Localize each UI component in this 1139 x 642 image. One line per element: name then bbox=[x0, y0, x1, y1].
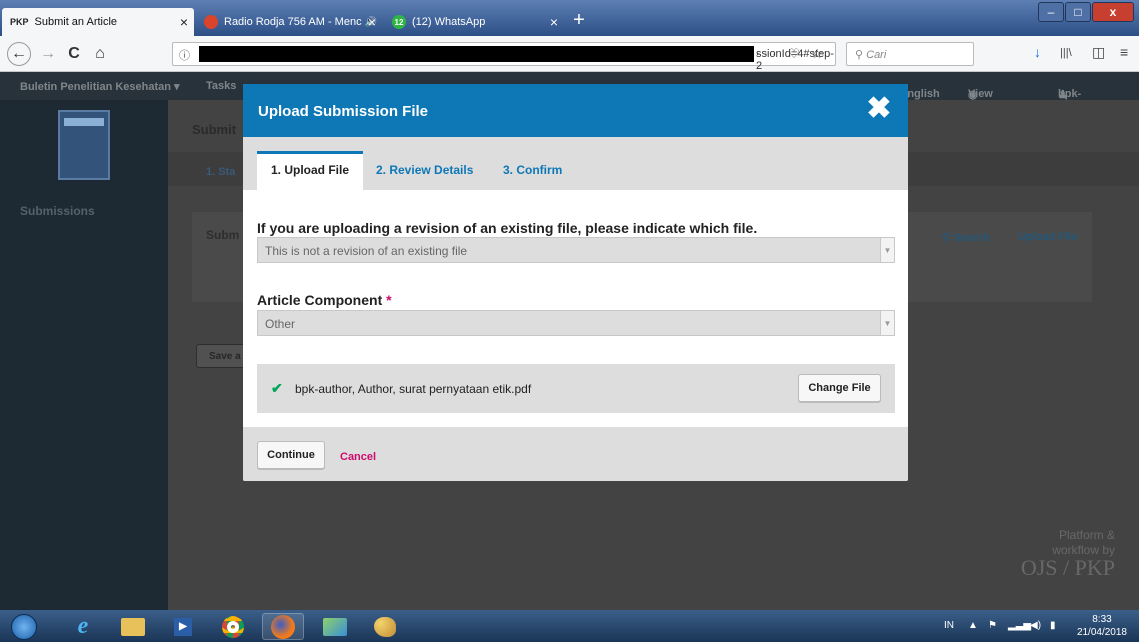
show-hidden-icons-icon[interactable]: ▲ bbox=[968, 620, 978, 631]
browser-tab-strip: PKP Submit an Article × Radio Rodja 756 … bbox=[0, 0, 1139, 36]
firefox-icon[interactable] bbox=[262, 613, 304, 640]
paint-icon[interactable] bbox=[364, 613, 406, 640]
tab-submit-article[interactable]: PKP Submit an Article × bbox=[2, 8, 194, 36]
article-component-label-text: Article Component bbox=[257, 292, 383, 308]
chrome-shape bbox=[222, 615, 244, 638]
journal-switcher[interactable]: Buletin Penelitian Kesehatan ▾ bbox=[20, 80, 180, 93]
sidebar-item-submissions[interactable]: Submissions bbox=[20, 204, 95, 218]
radio-favicon-icon bbox=[204, 15, 218, 29]
signal-icon[interactable]: ▂▃▅ bbox=[1008, 620, 1031, 631]
system-clock[interactable]: 8:33 21/04/2018 bbox=[1077, 613, 1127, 639]
language-indicator[interactable]: IN bbox=[944, 620, 954, 631]
checkmark-icon: ✔ bbox=[271, 380, 283, 396]
tab-review-details[interactable]: 2. Review Details bbox=[362, 151, 487, 190]
uploaded-file-box: ✔ bpk-author, Author, surat pernyataan e… bbox=[257, 364, 895, 413]
back-button[interactable]: ← bbox=[7, 42, 31, 66]
firefox-shape bbox=[271, 614, 295, 639]
chrome-icon[interactable] bbox=[212, 613, 254, 640]
tab-close-icon[interactable]: × bbox=[368, 14, 376, 30]
journal-logo bbox=[58, 110, 110, 180]
article-component-select[interactable]: Other ▼ bbox=[257, 310, 895, 336]
volume-icon[interactable]: ◀) bbox=[1030, 620, 1041, 631]
download-icon[interactable]: ↓ bbox=[1034, 44, 1041, 60]
redacted-url bbox=[199, 46, 754, 62]
tab-whatsapp[interactable]: 12 (12) WhatsApp × bbox=[384, 8, 564, 36]
maximize-button[interactable]: □ bbox=[1065, 2, 1091, 22]
cancel-link[interactable]: Cancel bbox=[340, 451, 376, 463]
ojs-pkp-logo[interactable]: OJS / PKP bbox=[1005, 557, 1115, 579]
start-button[interactable] bbox=[6, 613, 42, 640]
media-player-icon[interactable]: ▶ bbox=[162, 613, 204, 640]
close-window-button[interactable]: x bbox=[1092, 2, 1134, 22]
play-shape: ▶ bbox=[174, 617, 192, 636]
clock-time: 8:33 bbox=[1092, 614, 1112, 625]
forward-button[interactable]: → bbox=[36, 42, 60, 66]
file-explorer-icon[interactable] bbox=[112, 613, 154, 640]
flag-icon[interactable]: ⚑ bbox=[988, 620, 997, 631]
library-icon[interactable]: |||\ bbox=[1060, 47, 1072, 59]
footer-line1: Platform & bbox=[1058, 528, 1115, 542]
tab-confirm[interactable]: 3. Confirm bbox=[489, 151, 576, 190]
clock-date: 21/04/2018 bbox=[1076, 627, 1127, 638]
battery-icon[interactable]: ▮ bbox=[1050, 620, 1056, 631]
revision-select-value: This is not a revision of an existing fi… bbox=[265, 244, 468, 258]
tab-close-icon[interactable]: × bbox=[550, 14, 558, 30]
photos-shape bbox=[323, 617, 347, 636]
tab-close-icon[interactable]: × bbox=[180, 14, 188, 30]
tab-label: Submit an Article bbox=[34, 16, 118, 28]
search-icon: ⚲ bbox=[942, 232, 954, 244]
required-marker: * bbox=[386, 292, 392, 308]
new-tab-button[interactable]: + bbox=[566, 8, 592, 32]
home-button[interactable]: ⌂ bbox=[88, 42, 112, 66]
article-component-label: Article Component * bbox=[257, 292, 392, 308]
page-title: Submit bbox=[192, 122, 237, 137]
modal-header: Upload Submission File ✖ bbox=[243, 84, 908, 137]
windows-logo-icon bbox=[11, 613, 37, 640]
pkp-favicon: PKP bbox=[10, 17, 29, 27]
panel-search-link[interactable]: ⚲ Search bbox=[942, 231, 990, 244]
search-icon: ⚲ bbox=[855, 49, 867, 61]
upload-file-modal: Upload Submission File ✖ 1. Upload File … bbox=[243, 84, 908, 481]
change-file-button[interactable]: Change File bbox=[798, 374, 881, 402]
paint-shape bbox=[374, 616, 396, 637]
windows-taskbar: e ▶ IN ▲ ⚑ ▂▃▅ ◀) ▮ 8:33 21/04/2018 bbox=[0, 610, 1139, 642]
photos-icon[interactable] bbox=[314, 613, 356, 640]
internet-explorer-icon[interactable]: e bbox=[62, 613, 104, 640]
tab-radio-rodja[interactable]: Radio Rodja 756 AM - Menc 🔊 × bbox=[196, 8, 382, 36]
url-bar[interactable]: ⓘ ssionId=4#step-2 ··· ♡ ☆ bbox=[172, 42, 836, 72]
browser-nav-bar: ← → C ⌂ ⓘ ssionId=4#step-2 ··· ♡ ☆ ⚲ Car… bbox=[0, 36, 1139, 72]
revision-select[interactable]: This is not a revision of an existing fi… bbox=[257, 237, 895, 263]
info-icon[interactable]: ⓘ bbox=[179, 47, 190, 63]
panel-upload-link[interactable]: Upload File bbox=[1018, 231, 1077, 243]
logo-band bbox=[64, 118, 104, 126]
uploaded-file-name: bpk-author, Author, surat pernyataan eti… bbox=[295, 382, 532, 396]
modal-footer: Continue Cancel bbox=[243, 427, 908, 481]
folder-shape bbox=[121, 617, 145, 636]
browser-search-input[interactable]: ⚲ Cari bbox=[846, 42, 974, 66]
modal-title: Upload Submission File bbox=[258, 103, 429, 120]
step-tab[interactable]: 1. Sta bbox=[206, 166, 235, 178]
revision-label: If you are uploading a revision of an ex… bbox=[257, 220, 758, 236]
page-actions-icon[interactable]: ··· ♡ ☆ bbox=[755, 46, 827, 62]
panel-search-label: Search bbox=[953, 232, 990, 244]
tab-label: (12) WhatsApp bbox=[412, 16, 486, 28]
search-placeholder: Cari bbox=[866, 49, 887, 61]
reload-button[interactable]: C bbox=[62, 42, 86, 66]
article-component-value: Other bbox=[265, 317, 296, 331]
tab-upload-file[interactable]: 1. Upload File bbox=[257, 151, 364, 190]
close-icon[interactable]: ✖ bbox=[866, 94, 892, 124]
modal-tabs: 1. Upload File 2. Review Details 3. Conf… bbox=[243, 137, 908, 190]
platform-footer: Platform & workflow by OJS / PKP bbox=[1005, 528, 1115, 579]
chevron-down-icon: ▼ bbox=[880, 238, 894, 262]
chevron-down-icon: ▼ bbox=[880, 311, 894, 335]
tab-label: Radio Rodja 756 AM - Menc bbox=[224, 16, 362, 28]
menu-icon[interactable]: ≡ bbox=[1120, 44, 1128, 60]
whatsapp-favicon-icon: 12 bbox=[392, 15, 406, 29]
sidebar-icon[interactable]: ◫ bbox=[1092, 44, 1105, 61]
panel-title: Subm bbox=[206, 228, 240, 242]
sidebar: Submissions bbox=[0, 100, 168, 610]
tasks-menu[interactable]: Tasks bbox=[206, 80, 236, 92]
continue-button[interactable]: Continue bbox=[257, 441, 325, 469]
minimize-button[interactable]: – bbox=[1038, 2, 1064, 22]
